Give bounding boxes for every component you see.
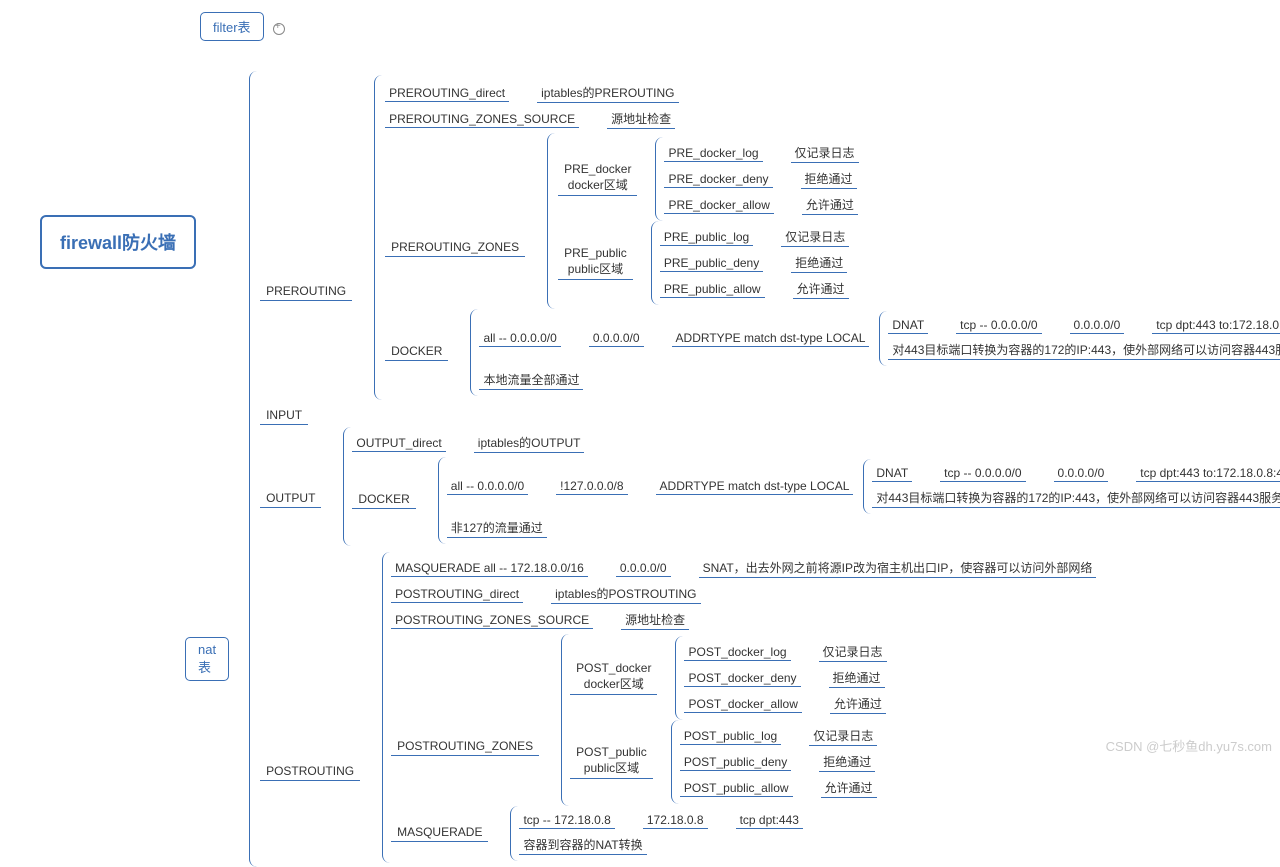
output-direct: OUTPUT_direct — [352, 435, 445, 452]
chain-output[interactable]: OUTPUT — [260, 491, 321, 508]
desc: 仅记录日志 — [791, 143, 859, 163]
prerouting-zs-desc: 源地址检查 — [607, 109, 675, 129]
rule: all -- 0.0.0.0/0 — [447, 478, 528, 495]
rule: !127.0.0.0/8 — [556, 478, 627, 495]
desc: iptables的OUTPUT — [474, 433, 585, 453]
desc: 拒绝通过 — [819, 752, 875, 772]
rule: tcp dpt:443 — [736, 812, 803, 829]
desc: 非127的流量通过 — [447, 518, 547, 538]
expand-icon[interactable] — [273, 23, 285, 35]
nat-table-node[interactable]: nat表 — [185, 637, 229, 681]
post-docker-allow: POST_docker_allow — [684, 696, 801, 713]
rule: tcp -- 0.0.0.0/0 — [940, 465, 1025, 482]
post-public-log: POST_public_log — [680, 728, 781, 745]
desc: 允许通过 — [821, 778, 877, 798]
rule: ADDRTYPE match dst-type LOCAL — [656, 478, 854, 495]
desc: 容器到容器的NAT转换 — [519, 835, 646, 855]
pre-public-allow: PRE_public_allow — [660, 281, 765, 298]
rule: 0.0.0.0/0 — [616, 560, 671, 577]
chain-prerouting[interactable]: PREROUTING — [260, 284, 352, 301]
watermark: CSDN @七秒鱼dh.yu7s.com — [1106, 736, 1272, 755]
rule: tcp -- 0.0.0.0/0 — [956, 317, 1041, 334]
prerouting-direct-desc: iptables的PREROUTING — [537, 83, 678, 103]
rule: MASQUERADE all -- 172.18.0.0/16 — [391, 560, 588, 577]
prerouting-direct: PREROUTING_direct — [385, 85, 509, 102]
post-docker-deny: POST_docker_deny — [684, 670, 800, 687]
chain-input[interactable]: INPUT — [260, 408, 308, 425]
postrouting-direct: POSTROUTING_direct — [391, 586, 523, 603]
dnat: DNAT — [888, 317, 928, 334]
rule: tcp dpt:443 to:172.18.0.8:443 — [1152, 317, 1280, 334]
rule: 0.0.0.0/0 — [1070, 317, 1125, 334]
rule: all -- 0.0.0.0/0 — [479, 330, 560, 347]
postrouting-zs: POSTROUTING_ZONES_SOURCE — [391, 612, 593, 629]
prerouting-zones[interactable]: PREROUTING_ZONES — [385, 240, 525, 257]
post-docker-log: POST_docker_log — [684, 644, 790, 661]
desc: 拒绝通过 — [791, 253, 847, 273]
prerouting-docker[interactable]: DOCKER — [385, 344, 448, 361]
rule: ADDRTYPE match dst-type LOCAL — [672, 330, 870, 347]
pre-public-deny: PRE_public_deny — [660, 255, 763, 272]
dnat: DNAT — [872, 465, 912, 482]
desc: 对443目标端口转换为容器的172的IP:443，使外部网络可以访问容器443服… — [888, 340, 1280, 360]
postrouting-zones[interactable]: POSTROUTING_ZONES — [391, 739, 539, 756]
desc: 仅记录日志 — [809, 726, 877, 746]
rule: 172.18.0.8 — [643, 812, 708, 829]
post-public-deny: POST_public_deny — [680, 754, 791, 771]
chain-postrouting[interactable]: POSTROUTING — [260, 764, 360, 781]
pre-public-log: PRE_public_log — [660, 229, 753, 246]
rule: tcp -- 172.18.0.8 — [519, 812, 614, 829]
postrouting-masquerade[interactable]: MASQUERADE — [391, 825, 488, 842]
post-public-allow: POST_public_allow — [680, 780, 793, 797]
desc: 允许通过 — [830, 694, 886, 714]
prerouting-zones-source: PREROUTING_ZONES_SOURCE — [385, 111, 579, 128]
pre-docker-zone: PRE_dockerdocker区域 — [558, 162, 637, 196]
post-public-zone: POST_publicpublic区域 — [570, 745, 653, 779]
pre-public-zone: PRE_publicpublic区域 — [558, 246, 633, 280]
filter-table-node[interactable]: filter表 — [200, 12, 264, 41]
rule: tcp dpt:443 to:172.18.0.8:443 — [1136, 465, 1280, 482]
desc: 拒绝通过 — [801, 169, 857, 189]
desc: 仅记录日志 — [781, 227, 849, 247]
desc: 仅记录日志 — [819, 642, 887, 662]
pre-docker-allow: PRE_docker_allow — [664, 197, 773, 214]
desc: iptables的POSTROUTING — [551, 584, 700, 604]
pre-docker-deny: PRE_docker_deny — [664, 171, 772, 188]
rule: 0.0.0.0/0 — [589, 330, 644, 347]
desc: 允许通过 — [802, 195, 858, 215]
desc: 允许通过 — [793, 279, 849, 299]
rule: 0.0.0.0/0 — [1054, 465, 1109, 482]
root-node[interactable]: firewall防火墙 — [40, 215, 196, 269]
desc: SNAT，出去外网之前将源IP改为宿主机出口IP，使容器可以访问外部网络 — [699, 558, 1097, 578]
pre-docker-log: PRE_docker_log — [664, 145, 762, 162]
desc: 对443目标端口转换为容器的172的IP:443，使外部网络可以访问容器443服… — [872, 488, 1280, 508]
output-docker[interactable]: DOCKER — [352, 492, 415, 509]
desc: 拒绝通过 — [829, 668, 885, 688]
desc: 本地流量全部通过 — [479, 370, 583, 390]
desc: 源地址检查 — [621, 610, 689, 630]
post-docker-zone: POST_dockerdocker区域 — [570, 661, 657, 695]
